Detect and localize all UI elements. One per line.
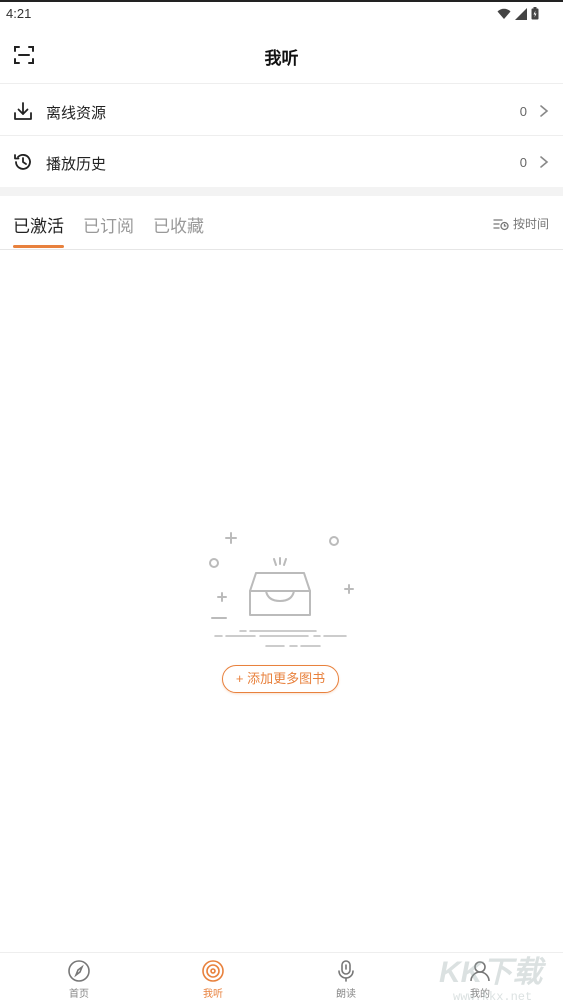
chevron-right-icon [540,105,549,117]
page-title: 我听 [264,49,299,68]
status-icons [497,7,539,20]
add-more-books-button[interactable]: + 添加更多图书 [222,665,339,693]
status-time: 4:21 [6,6,32,21]
book-tabs: 已激活 已订阅 已收藏 按时间 [0,196,563,250]
wifi-icon [497,8,511,19]
nav-item-listen[interactable]: 我听 [183,959,243,1000]
compass-icon [68,960,90,982]
play-history-count: 0 [519,155,527,170]
nav-label-read: 朗读 [336,989,356,1000]
nav-label-home: 首页 [69,989,89,1000]
sort-by-time-button[interactable]: 按时间 [493,215,549,232]
header: 我听 [0,26,563,84]
section-divider [0,187,563,196]
tab-activated[interactable]: 已激活 [13,212,64,237]
nav-item-read[interactable]: 朗读 [316,959,376,1000]
empty-inbox-illustration [209,532,354,647]
sort-clock-icon [493,218,509,230]
nav-label-listen: 我听 [203,989,223,1000]
offline-resources-label: 离线资源 [46,105,107,122]
svg-text:KK下载: KK下载 [439,956,546,989]
play-history-row[interactable]: 播放历史 0 [0,137,563,187]
offline-resources-count: 0 [519,104,527,119]
microphone-icon [338,960,354,982]
chevron-right-icon [540,156,549,168]
nav-item-home[interactable]: 首页 [49,959,109,1000]
tab-subscribed[interactable]: 已订阅 [83,212,134,237]
tab-favorited[interactable]: 已收藏 [153,212,204,237]
play-history-label: 播放历史 [46,156,107,173]
tab-active-indicator [13,245,64,248]
signal-icon [515,7,527,20]
record-icon [202,960,224,982]
status-bar: 4:21 [0,0,563,26]
offline-resources-row[interactable]: 离线资源 0 [0,86,563,136]
battery-icon [531,7,539,20]
history-icon [14,154,31,170]
download-icon [14,102,32,120]
sort-label: 按时间 [512,217,549,231]
watermark-logo: KK下载 www.kkx.net [439,956,546,1004]
svg-text:www.kkx.net: www.kkx.net [453,990,532,1004]
